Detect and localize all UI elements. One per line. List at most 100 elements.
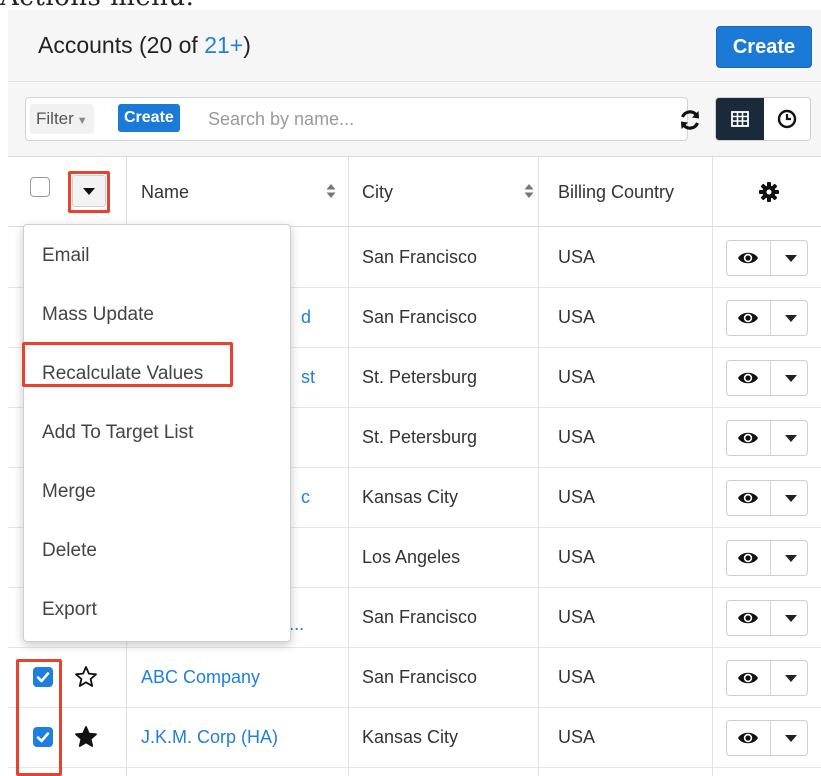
- title-text: Accounts (20 of: [38, 32, 205, 58]
- list-header: Accounts (20 of 21+) Create: [8, 10, 821, 82]
- button-divider: [770, 481, 771, 515]
- star-filled-icon[interactable]: [74, 725, 98, 749]
- eye-icon[interactable]: [737, 489, 759, 507]
- row-actions-button[interactable]: [726, 360, 808, 396]
- sort-icon[interactable]: [326, 183, 336, 199]
- search-box[interactable]: Filter ▼ Create Search by name...: [25, 97, 699, 141]
- button-divider: [770, 361, 771, 395]
- eye-icon[interactable]: [737, 309, 759, 327]
- eye-icon[interactable]: [737, 609, 759, 627]
- table-row: ABC Company San Francisco USA: [8, 648, 821, 708]
- button-divider: [770, 601, 771, 635]
- record-name-link[interactable]: J.K.M. Corp (HA): [141, 727, 278, 748]
- mass-actions-menu: Email Mass Update Recalculate Values Add To…: [23, 224, 291, 642]
- column-divider: [712, 157, 713, 776]
- cell-billing-country: USA: [558, 367, 596, 387]
- menu-item-merge[interactable]: Merge: [24, 462, 290, 521]
- highlight-box: [16, 659, 62, 776]
- cell-city: Kansas City: [362, 727, 459, 747]
- caret-down-icon[interactable]: [785, 435, 797, 442]
- cell-billing-country: USA: [558, 547, 596, 567]
- highlight-box: [68, 171, 110, 213]
- caret-down-icon[interactable]: [785, 615, 797, 622]
- record-name-link[interactable]: ABC Company: [141, 667, 260, 688]
- row-actions-button[interactable]: [726, 240, 808, 276]
- filter-label: Filter: [36, 109, 74, 128]
- cell-city: St. Petersburg: [362, 367, 478, 387]
- caret-down-icon[interactable]: [785, 555, 797, 562]
- caret-down-icon[interactable]: [785, 675, 797, 682]
- highlight-box: [22, 342, 233, 387]
- button-divider: [770, 721, 771, 755]
- menu-item-mass-update[interactable]: Mass Update: [24, 285, 290, 344]
- column-header-name[interactable]: Name: [141, 182, 189, 203]
- menu-item-add-to-target-list[interactable]: Add To Target List: [24, 403, 290, 462]
- eye-icon[interactable]: [737, 729, 759, 747]
- button-divider: [770, 661, 771, 695]
- row-actions-button[interactable]: [726, 420, 808, 456]
- caret-down-icon[interactable]: [785, 255, 797, 262]
- caret-down-icon[interactable]: [785, 375, 797, 382]
- cell-billing-country: USA: [558, 307, 596, 327]
- filter-toolbar: Filter ▼ Create Search by name...: [8, 83, 821, 157]
- button-divider: [770, 301, 771, 335]
- clock-icon: [777, 109, 797, 129]
- record-count[interactable]: 21+: [204, 32, 243, 58]
- table-row: J.K.M. Corp (HA) Kansas City USA: [8, 708, 821, 768]
- cell-billing-country: USA: [558, 427, 596, 447]
- star-outline-icon[interactable]: [74, 665, 98, 689]
- row-actions-button[interactable]: [726, 720, 808, 756]
- activity-stream-button[interactable]: [764, 98, 810, 140]
- eye-icon[interactable]: [737, 249, 759, 267]
- menu-item-email[interactable]: Email: [24, 226, 290, 285]
- cell-city: San Francisco: [362, 667, 478, 687]
- column-divider: [348, 157, 349, 776]
- eye-icon[interactable]: [737, 549, 759, 567]
- menu-item-delete[interactable]: Delete: [24, 521, 290, 580]
- cell-billing-country: USA: [558, 607, 596, 627]
- table-icon: [731, 111, 749, 127]
- table-header: Name City Billing Country: [8, 157, 821, 227]
- select-all-checkbox[interactable]: [30, 177, 50, 197]
- title-suffix: ): [243, 32, 251, 58]
- column-header-city[interactable]: City: [362, 182, 393, 203]
- menu-item-export[interactable]: Export: [24, 580, 290, 639]
- button-divider: [770, 541, 771, 575]
- caret-down-icon[interactable]: [785, 315, 797, 322]
- gear-icon[interactable]: [758, 181, 780, 203]
- row-actions-button[interactable]: [726, 660, 808, 696]
- cell-billing-country: USA: [558, 727, 596, 747]
- list-view-button[interactable]: [716, 98, 764, 140]
- cell-city: San Francisco: [362, 607, 478, 627]
- search-input[interactable]: Search by name...: [208, 109, 354, 130]
- sort-icon[interactable]: [524, 183, 534, 199]
- cell-city: St. Petersburg: [362, 427, 478, 447]
- eye-icon[interactable]: [737, 369, 759, 387]
- caret-down-icon[interactable]: [785, 735, 797, 742]
- caret-down-icon[interactable]: [785, 495, 797, 502]
- button-divider: [770, 421, 771, 455]
- row-actions-button[interactable]: [726, 540, 808, 576]
- create-filter-button[interactable]: Create: [118, 104, 180, 132]
- chevron-down-icon: ▼: [76, 115, 88, 127]
- row-actions-button[interactable]: [726, 300, 808, 336]
- record-name-link[interactable]: c: [301, 487, 310, 508]
- cell-city: San Francisco: [362, 247, 478, 267]
- refresh-icon[interactable]: [678, 108, 702, 132]
- cell-billing-country: USA: [558, 667, 596, 687]
- filter-dropdown[interactable]: Filter ▼: [30, 104, 94, 134]
- view-toggle: [715, 97, 811, 141]
- record-name-link[interactable]: st: [301, 367, 315, 388]
- eye-icon[interactable]: [737, 429, 759, 447]
- cell-city: San Francisco: [362, 307, 478, 327]
- column-header-billing-country[interactable]: Billing Country: [558, 182, 674, 203]
- cell-billing-country: USA: [558, 247, 596, 267]
- column-divider: [538, 157, 539, 776]
- row-actions-button[interactable]: [726, 600, 808, 636]
- page-title: Accounts (20 of 21+): [38, 32, 251, 59]
- row-actions-button[interactable]: [726, 480, 808, 516]
- create-button[interactable]: Create: [716, 26, 812, 68]
- cell-city: Kansas City: [362, 487, 459, 507]
- eye-icon[interactable]: [737, 669, 759, 687]
- record-name-link[interactable]: d: [301, 307, 311, 328]
